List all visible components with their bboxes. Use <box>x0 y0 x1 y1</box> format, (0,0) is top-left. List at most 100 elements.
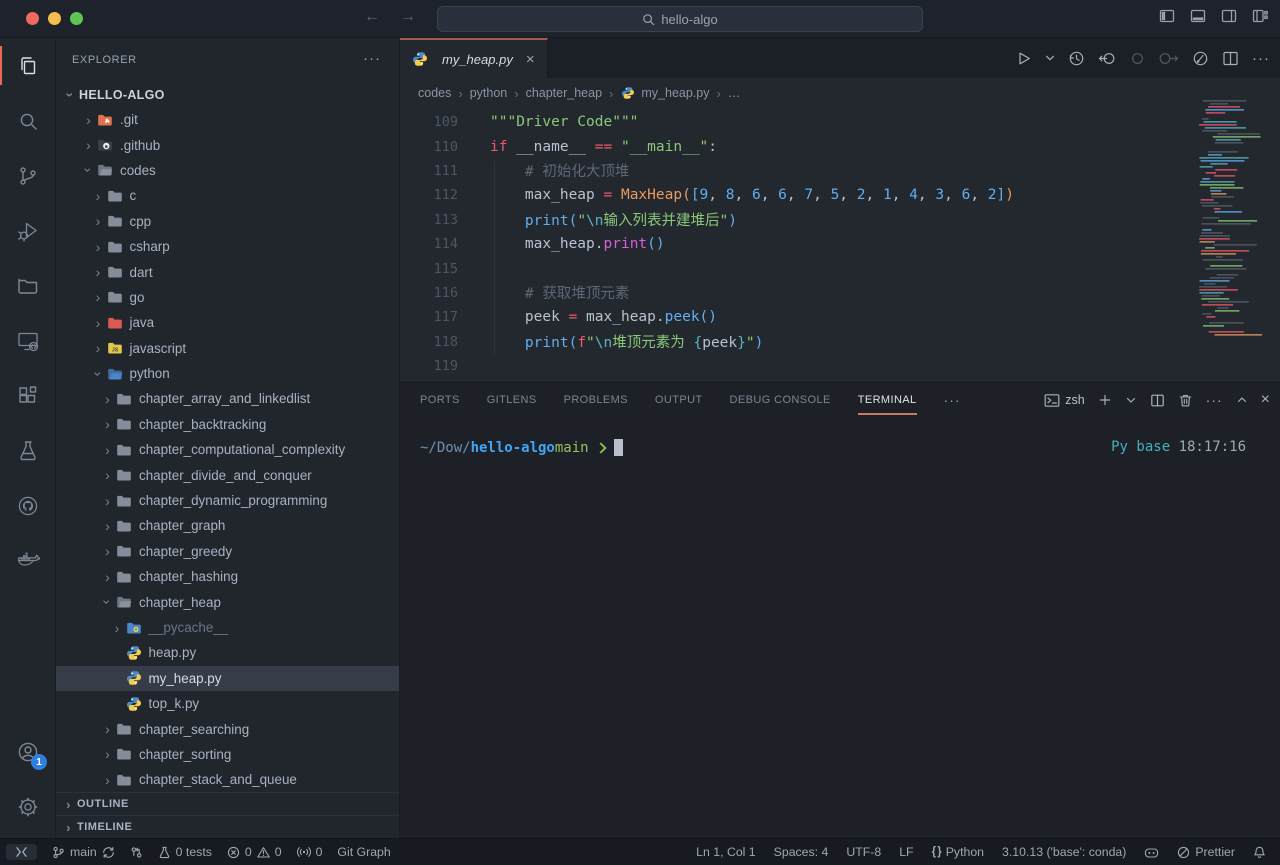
minimap[interactable] <box>1198 95 1262 345</box>
tree-item-java[interactable]: ›java <box>56 310 399 335</box>
run-dropdown-icon[interactable] <box>1045 54 1055 62</box>
change-dim-icon[interactable] <box>1129 50 1146 67</box>
toggle-primary-sidebar-icon[interactable] <box>1159 8 1175 24</box>
tree-item-top-k-py[interactable]: top_k.py <box>56 691 399 716</box>
panel-tab-terminal[interactable]: TERMINAL <box>858 385 917 415</box>
tab-my-heap-py[interactable]: my_heap.py × <box>400 38 548 78</box>
status-cursor-position[interactable]: Ln 1, Col 1 <box>696 845 755 859</box>
tree-item-chapter-greedy[interactable]: ›chapter_greedy <box>56 539 399 564</box>
previous-change-icon[interactable] <box>1098 50 1116 67</box>
launch-profile-icon[interactable] <box>1125 394 1137 406</box>
breadcrumb-item-python[interactable]: python <box>470 86 508 100</box>
gitlens-graph-icon[interactable] <box>1192 50 1209 67</box>
next-change-icon[interactable] <box>1159 50 1179 67</box>
panel-tab-ports[interactable]: PORTS <box>420 385 460 415</box>
maximize-window-button[interactable] <box>70 12 83 25</box>
tree-item-heap-py[interactable]: heap.py <box>56 640 399 665</box>
panel-tab-problems[interactable]: PROBLEMS <box>564 385 628 415</box>
tree-item-go[interactable]: ›go <box>56 285 399 310</box>
status-prettier[interactable]: Prettier <box>1177 845 1235 859</box>
status-remote-indicator[interactable] <box>6 844 37 860</box>
status-ports[interactable]: 0 <box>297 845 323 859</box>
status-language-mode[interactable]: { }Python <box>932 845 984 859</box>
tree-item-chapter-stack-and-queue[interactable]: ›chapter_stack_and_queue <box>56 767 399 792</box>
status-encoding[interactable]: UTF-8 <box>846 845 881 859</box>
close-window-button[interactable] <box>26 12 39 25</box>
close-panel-icon[interactable]: × <box>1261 391 1270 409</box>
tree-item-chapter-array-and-linkedlist[interactable]: ›chapter_array_and_linkedlist <box>56 386 399 411</box>
status-compare-changes[interactable] <box>130 846 143 859</box>
activity-item-accounts[interactable]: 1 <box>0 724 56 779</box>
customize-layout-icon[interactable] <box>1252 8 1268 24</box>
code-editor[interactable]: 109"""Driver Code"""110if __name__ == "_… <box>400 108 1280 382</box>
tree-item-chapter-sorting[interactable]: ›chapter_sorting <box>56 742 399 767</box>
activity-item-settings[interactable] <box>0 779 56 834</box>
status-git-branch[interactable]: main <box>52 845 115 859</box>
nav-back-icon[interactable]: ← <box>362 8 382 26</box>
status-tests[interactable]: 0 tests <box>158 845 212 859</box>
activity-item-extensions[interactable] <box>0 368 56 423</box>
activity-item-run-debug[interactable] <box>0 203 56 258</box>
tree-item-chapter-heap[interactable]: ›chapter_heap <box>56 589 399 614</box>
run-python-file-icon[interactable] <box>1015 50 1032 67</box>
tree-root-hello-algo[interactable]: › HELLO-ALGO <box>56 82 399 107</box>
panel-tab-debug-console[interactable]: DEBUG CONSOLE <box>730 385 831 415</box>
status-indentation[interactable]: Spaces: 4 <box>774 845 829 859</box>
activity-item-source-control[interactable] <box>0 148 56 203</box>
status-python-interpreter[interactable]: 3.10.13 ('base': conda) <box>1002 845 1126 859</box>
tree-item-python[interactable]: ›python <box>56 361 399 386</box>
command-center-search[interactable]: hello-algo <box>437 6 923 32</box>
tree-item-my-heap-py[interactable]: my_heap.py <box>56 666 399 691</box>
breadcrumb-item-my-heap-py[interactable]: my_heap.py <box>620 85 709 101</box>
activity-item-github[interactable] <box>0 478 56 533</box>
status-notifications[interactable] <box>1253 846 1266 859</box>
tree-item-chapter-computational-complexity[interactable]: ›chapter_computational_complexity <box>56 437 399 462</box>
more-actions-icon[interactable]: ··· <box>1252 50 1270 67</box>
explorer-more-actions[interactable]: ··· <box>363 50 381 67</box>
tree-item-chapter-divide-and-conquer[interactable]: ›chapter_divide_and_conquer <box>56 462 399 487</box>
tree-item-codes[interactable]: ›codes <box>56 158 399 183</box>
tree-item-cpp[interactable]: ›cpp <box>56 209 399 234</box>
status-problems[interactable]: 00 <box>227 845 282 859</box>
toggle-panel-icon[interactable] <box>1190 8 1206 24</box>
timeline-history-icon[interactable] <box>1068 50 1085 67</box>
split-terminal-icon[interactable] <box>1150 393 1165 408</box>
section-outline[interactable]: ›OUTLINE <box>56 792 399 815</box>
close-tab-icon[interactable]: × <box>526 51 535 68</box>
tree-item-chapter-searching[interactable]: ›chapter_searching <box>56 716 399 741</box>
tree-item--github[interactable]: ›.github <box>56 132 399 157</box>
terminal[interactable]: ~/Dow/hello-algo main Py base 18:17:16 <box>400 439 1280 461</box>
split-editor-icon[interactable] <box>1222 50 1239 67</box>
tree-item-chapter-dynamic-programming[interactable]: ›chapter_dynamic_programming <box>56 488 399 513</box>
tree-item-chapter-backtracking[interactable]: ›chapter_backtracking <box>56 412 399 437</box>
tree-item-chapter-graph[interactable]: ›chapter_graph <box>56 513 399 538</box>
maximize-panel-icon[interactable] <box>1236 394 1248 406</box>
activity-item-remote-explorer[interactable] <box>0 313 56 368</box>
tree-item--pycache-[interactable]: ›__pycache__ <box>56 615 399 640</box>
tree-item-javascript[interactable]: ›JSjavascript <box>56 336 399 361</box>
panel-tabs-more-icon[interactable]: ··· <box>944 392 961 408</box>
activity-item-project-folder[interactable] <box>0 258 56 313</box>
activity-item-explorer[interactable] <box>0 38 56 93</box>
section-timeline[interactable]: ›TIMELINE <box>56 815 399 838</box>
tree-item-c[interactable]: ›c <box>56 183 399 208</box>
tree-item-chapter-hashing[interactable]: ›chapter_hashing <box>56 564 399 589</box>
panel-tab-gitlens[interactable]: GITLENS <box>487 385 537 415</box>
shell-indicator[interactable]: zsh <box>1044 393 1084 408</box>
tree-item--git[interactable]: ›.git <box>56 107 399 132</box>
activity-item-testing[interactable] <box>0 423 56 478</box>
status-git-graph[interactable]: Git Graph <box>337 845 390 859</box>
new-terminal-icon[interactable] <box>1098 393 1112 407</box>
breadcrumb-item-codes[interactable]: codes <box>418 86 451 100</box>
activity-item-search[interactable] <box>0 93 56 148</box>
status-eol[interactable]: LF <box>899 845 913 859</box>
breadcrumb-item--[interactable]: … <box>728 86 741 100</box>
more-terminal-icon[interactable]: ··· <box>1206 392 1223 408</box>
minimize-window-button[interactable] <box>48 12 61 25</box>
breadcrumb-item-chapter-heap[interactable]: chapter_heap <box>526 86 602 100</box>
kill-terminal-icon[interactable] <box>1178 393 1193 408</box>
status-copilot[interactable] <box>1144 846 1159 859</box>
toggle-secondary-sidebar-icon[interactable] <box>1221 8 1237 24</box>
nav-forward-icon[interactable]: → <box>398 8 418 26</box>
panel-tab-output[interactable]: OUTPUT <box>655 385 703 415</box>
